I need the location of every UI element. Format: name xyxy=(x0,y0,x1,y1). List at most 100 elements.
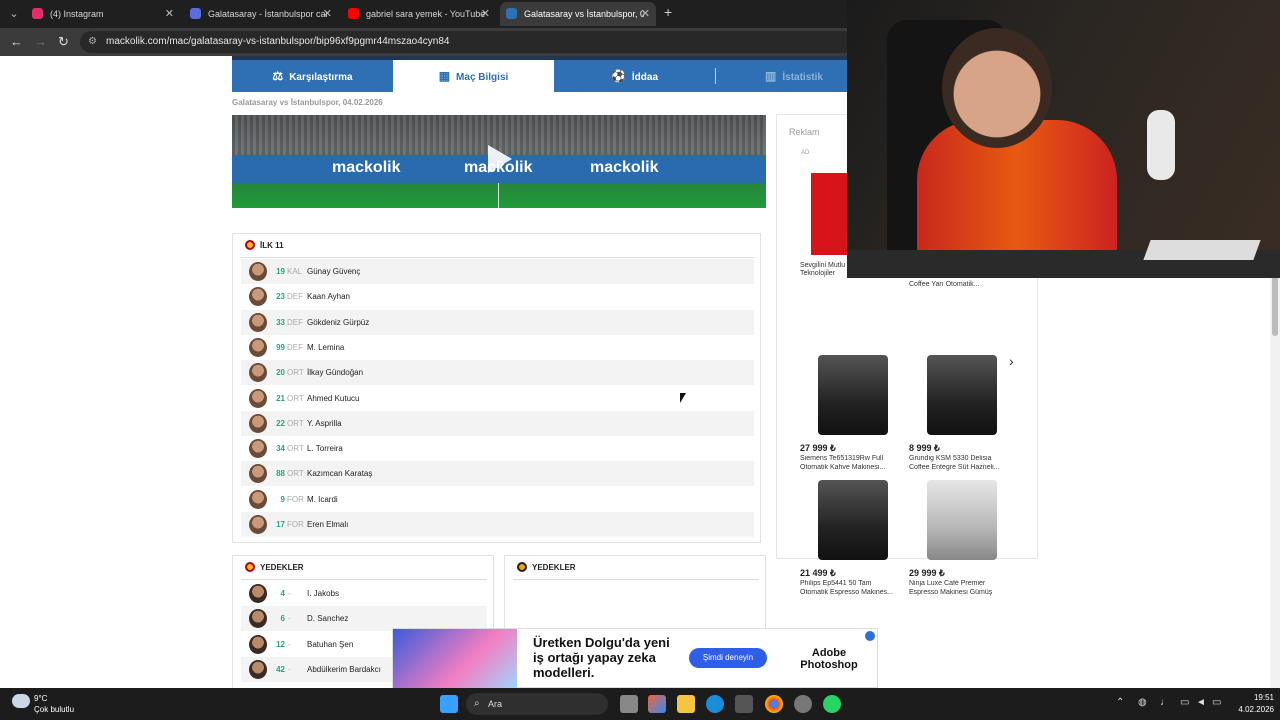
player-name[interactable]: I. Jakobs xyxy=(307,581,339,606)
ball-icon: ⚽ xyxy=(610,69,626,83)
chrome-icon[interactable] xyxy=(765,695,783,713)
start-windows-icon[interactable] xyxy=(440,695,458,713)
ad-product-card[interactable]: 21 499 ₺ Philips Ep5441 50 Tam Otomatik … xyxy=(800,480,906,600)
adobe-banner-ad[interactable]: Üretken Dolgu'da yeni iş ortağı yapay ze… xyxy=(392,628,878,688)
player-name[interactable]: M. Lemina xyxy=(307,335,344,360)
lineup-row[interactable]: 19 KAL Günay Güvenç xyxy=(241,259,754,284)
tray-app-icon[interactable]: ◍ xyxy=(1138,697,1147,708)
clock-time[interactable]: 19:51 xyxy=(1246,693,1274,702)
compare-icon: ⚖ xyxy=(272,69,284,83)
reload-icon[interactable]: ↻ xyxy=(58,34,69,50)
player-name[interactable]: D. Sanchez xyxy=(307,606,348,631)
player-name[interactable]: M. Icardi xyxy=(307,487,338,512)
ad-product-card[interactable]: 8 999 ₺ Grundig KSM 5330 Delisia Coffee … xyxy=(909,355,1015,475)
battery-icon[interactable]: ▭ xyxy=(1212,697,1221,708)
weather-cloud-icon[interactable] xyxy=(12,694,30,708)
product-desc: Coffee Entegre Süt Hazneli... xyxy=(909,464,1000,471)
brand-logo: mackolik xyxy=(590,159,659,176)
lineup-row[interactable]: 21 ORT Ahmed Kutucu xyxy=(241,386,754,411)
lineup-row[interactable]: 23 DEF Kaan Ayhan xyxy=(241,284,754,309)
tab-title: Galatasaray - İstanbulspor canlı xyxy=(208,9,328,19)
ad-product-card[interactable]: 29 999 ₺ Ninja Luxe Café Premier Espress… xyxy=(909,480,1015,600)
ad-choices-icon[interactable] xyxy=(865,631,875,641)
close-icon[interactable]: ✕ xyxy=(481,2,490,26)
player-position: ORT xyxy=(287,444,304,454)
tab-instagram[interactable]: (4) Instagram ✕ xyxy=(26,2,180,26)
lineup-row[interactable]: 22 ORT Y. Asprilla xyxy=(241,410,754,436)
substitute-row[interactable]: 4- I. Jakobs xyxy=(241,581,487,606)
player-name[interactable]: Batuhan Şen xyxy=(307,632,353,657)
lineup-row[interactable]: 33 DEF Gökdeniz Gürpüz xyxy=(241,309,754,335)
file-explorer-icon[interactable] xyxy=(677,695,695,713)
scrollbar-thumb[interactable] xyxy=(1272,276,1278,336)
player-avatar xyxy=(249,363,267,383)
coffee-machine-image xyxy=(818,480,888,560)
tab-iddaa[interactable]: ⚽ İddaa xyxy=(554,60,715,92)
player-name[interactable]: Gökdeniz Gürpüz xyxy=(307,310,369,335)
close-icon[interactable]: ✕ xyxy=(641,2,650,26)
lineup-row[interactable]: 99 DEF M. Lemina xyxy=(241,335,754,360)
ad-product-card[interactable]: 27 999 ₺ Siemens Te651319Rw Full Otomati… xyxy=(800,355,906,475)
lineup-row[interactable]: 9 FOR M. Icardi xyxy=(241,487,754,512)
tab-search-icon[interactable]: ⌄ xyxy=(6,6,22,22)
product-price: 21 499 ₺ xyxy=(800,568,836,578)
lineup-row[interactable]: 88 ORT Kazımcan Karataş xyxy=(241,461,754,487)
lineup-row[interactable]: 17 FOR Eren Elmalı xyxy=(241,512,754,537)
whatsapp-icon[interactable] xyxy=(823,695,841,713)
video-player[interactable]: mackolik mackolik mackolik xyxy=(232,115,766,208)
tab-mackolik[interactable]: Galatasaray vs İstanbulspor, 04. ✕ xyxy=(500,2,656,26)
back-icon[interactable]: ← xyxy=(10,34,23,49)
ad-label: Reklam xyxy=(789,127,820,137)
tab-youtube[interactable]: gabriel sara yemek - YouTube ✕ xyxy=(342,2,496,26)
player-name[interactable]: Eren Elmalı xyxy=(307,512,348,537)
ad-text[interactable]: Coffee Yarı Otomatik... xyxy=(909,281,979,288)
microphone-icon[interactable]: ♩ xyxy=(1160,697,1170,708)
lineup-title: İLK 11 xyxy=(260,241,284,250)
lineup-row[interactable]: 20 ORT İlkay Gündoğan xyxy=(241,360,754,386)
task-view-icon[interactable] xyxy=(620,695,638,713)
player-name[interactable]: İlkay Gündoğan xyxy=(307,360,363,385)
player-position: FOR xyxy=(287,494,304,504)
player-number: 19 xyxy=(276,267,285,276)
obs-icon[interactable] xyxy=(794,695,812,713)
volume-icon[interactable]: ◄ xyxy=(1196,697,1206,708)
tab-mac-bilgisi[interactable]: ▦ Maç Bilgisi xyxy=(393,60,554,92)
player-avatar xyxy=(249,464,267,484)
product-price: 27 999 ₺ xyxy=(800,443,836,453)
ad-text[interactable]: Teknolojiler xyxy=(800,270,835,277)
tab-karsilastirma[interactable]: ⚖ Karşılaştırma xyxy=(232,60,393,92)
player-name[interactable]: Y. Asprilla xyxy=(307,411,342,436)
subs-header: YEDEKLER xyxy=(517,562,576,574)
clock-date[interactable]: 4.02.2026 xyxy=(1230,705,1274,714)
url-field[interactable]: ⚙ mackolik.com/mac/galatasaray-vs-istanb… xyxy=(80,31,880,53)
close-icon[interactable]: ✕ xyxy=(323,2,332,26)
player-name[interactable]: Günay Güvenç xyxy=(307,259,360,284)
webcam-overlay xyxy=(847,0,1280,278)
taskbar-search[interactable]: ⌕ Ara xyxy=(466,693,608,715)
network-icon[interactable]: ▭ xyxy=(1180,697,1189,708)
play-icon[interactable] xyxy=(488,145,512,173)
chevron-right-icon[interactable]: › xyxy=(1009,353,1014,369)
galatasaray-crest-icon xyxy=(245,562,255,572)
player-name[interactable]: Abdülkerim Bardakcı xyxy=(307,657,381,682)
chevron-up-icon[interactable]: ⌃ xyxy=(1116,697,1124,708)
lineup-row[interactable]: 34 ORT L. Torreira xyxy=(241,436,754,461)
close-icon[interactable]: ✕ xyxy=(165,2,174,26)
ad-product-image[interactable] xyxy=(811,173,851,255)
copilot-icon[interactable] xyxy=(648,695,666,713)
player-name[interactable]: Ahmed Kutucu xyxy=(307,386,359,411)
weather-temp: 9°C xyxy=(34,694,48,703)
player-name[interactable]: Kazımcan Karataş xyxy=(307,461,372,486)
forward-icon[interactable]: → xyxy=(34,34,47,49)
mackolik-icon xyxy=(506,8,517,19)
edge-icon[interactable] xyxy=(706,695,724,713)
tab-galatasaray-live[interactable]: Galatasaray - İstanbulspor canlı ✕ xyxy=(184,2,338,26)
site-info-icon[interactable]: ⚙ xyxy=(88,31,97,53)
store-icon[interactable] xyxy=(735,695,753,713)
divider xyxy=(241,579,487,580)
player-name[interactable]: Kaan Ayhan xyxy=(307,284,350,309)
player-name[interactable]: L. Torreira xyxy=(307,436,343,461)
new-tab-icon[interactable]: + xyxy=(664,4,672,20)
tab-label: Maç Bilgisi xyxy=(456,72,509,83)
try-now-button[interactable]: Şimdi deneyin xyxy=(689,648,767,668)
